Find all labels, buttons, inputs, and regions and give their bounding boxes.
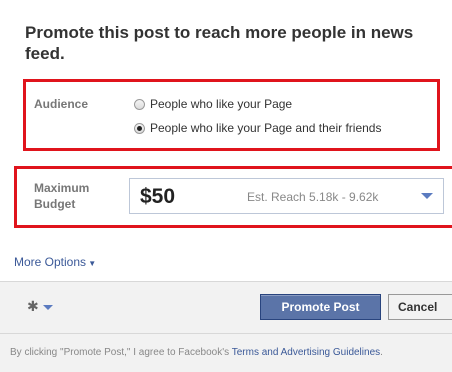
promote-post-button[interactable]: Promote Post (260, 294, 381, 320)
terms-suffix: . (380, 347, 383, 358)
audience-option-page-likers[interactable]: People who like your Page (134, 97, 292, 111)
gear-icon[interactable]: ✱ (27, 298, 39, 315)
audience-highlight-box (23, 79, 440, 151)
audience-label: Audience (34, 97, 89, 111)
terms-prefix: By clicking "Promote Post," I agree to F… (10, 347, 232, 358)
footer-divider (0, 333, 452, 334)
settings-caret-icon[interactable] (43, 305, 53, 310)
cancel-button[interactable]: Cancel (388, 294, 452, 320)
dialog-title: Promote this post to reach more people i… (25, 23, 414, 63)
radio-unchecked-icon[interactable] (134, 98, 145, 110)
caret-down-icon: ▼ (86, 259, 97, 268)
audience-option-page-likers-and-friends[interactable]: People who like your Page and their frie… (134, 121, 381, 135)
estimated-reach: Est. Reach 5.18k - 9.62k (247, 190, 379, 204)
more-options-link[interactable]: More Options ▼ (14, 255, 96, 269)
audience-option-label: People who like your Page and their frie… (150, 121, 382, 135)
audience-option-label: People who like your Page (150, 97, 293, 111)
chevron-down-icon[interactable] (421, 193, 433, 199)
radio-checked-icon[interactable] (134, 122, 145, 134)
budget-dropdown[interactable]: $50 Est. Reach 5.18k - 9.62k (129, 178, 444, 214)
more-options-label[interactable]: More Options (14, 255, 86, 269)
terms-text: By clicking "Promote Post," I agree to F… (10, 345, 450, 360)
budget-label: Maximum Budget (34, 181, 90, 211)
budget-value: $50 (140, 185, 176, 208)
terms-link[interactable]: Terms and Advertising Guidelines (232, 347, 380, 358)
